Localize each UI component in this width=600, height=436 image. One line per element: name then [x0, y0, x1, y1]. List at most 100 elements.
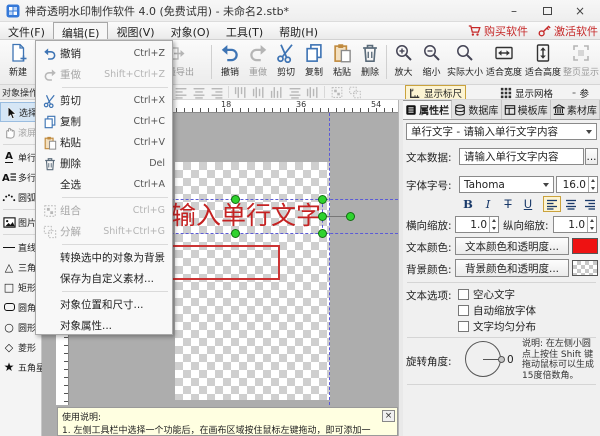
- menu-item-copy[interactable]: 复制Ctrl+C: [36, 111, 172, 132]
- tool-diamond[interactable]: ◇菱形: [0, 337, 41, 357]
- menu-item-paste[interactable]: 粘贴Ctrl+V: [36, 132, 172, 153]
- cut-button[interactable]: 剪切: [272, 43, 300, 83]
- italic-button[interactable]: I: [479, 196, 497, 212]
- menu-item-shortcut: Ctrl+G: [133, 205, 165, 216]
- selection-handle[interactable]: [231, 195, 240, 204]
- selection-handle[interactable]: [231, 229, 240, 238]
- menubar: 文件(F) 编辑(E) 视图(V) 对象(O) 工具(T) 帮助(H) 购买软件…: [0, 22, 600, 40]
- stepper-arrows-icon[interactable]: [489, 217, 498, 232]
- menu-item-label: 撤销: [60, 46, 134, 61]
- maximize-button[interactable]: [533, 2, 561, 20]
- menu-view[interactable]: 视图(V): [108, 22, 162, 39]
- underline-button[interactable]: U: [519, 196, 537, 212]
- text-data-input[interactable]: 请输入单行文字内容: [459, 148, 584, 165]
- menu-tools[interactable]: 工具(T): [218, 22, 271, 39]
- align-middle-icon[interactable]: [253, 86, 266, 100]
- stepper-arrows-icon[interactable]: [587, 217, 596, 232]
- paste-button[interactable]: 粘贴: [328, 43, 356, 83]
- align-top-icon[interactable]: [235, 86, 248, 100]
- auto-scale-font-checkbox[interactable]: 自动缩放字体: [458, 303, 536, 318]
- selection-handle[interactable]: [318, 212, 327, 221]
- activate-software-link[interactable]: 激活软件: [538, 23, 598, 39]
- zoom-in-button[interactable]: 放大: [390, 43, 417, 83]
- document-page[interactable]: [175, 162, 330, 400]
- hollow-text-checkbox[interactable]: 空心文字: [458, 287, 515, 302]
- new-button[interactable]: 新建: [3, 43, 33, 83]
- align-bottom-icon[interactable]: [271, 86, 284, 100]
- buy-software-link[interactable]: 购买软件: [468, 23, 528, 39]
- rotation-dial[interactable]: [465, 341, 501, 377]
- undo-icon: [220, 43, 240, 63]
- menu-item-object-position-size[interactable]: 对象位置和尺寸...: [36, 294, 172, 315]
- group-icon[interactable]: [330, 86, 344, 99]
- bg-color-swatch[interactable]: [572, 260, 598, 276]
- selection-handle[interactable]: [318, 229, 327, 238]
- even-distribution-checkbox[interactable]: 文字均匀分布: [458, 319, 536, 334]
- menu-file[interactable]: 文件(F): [0, 22, 53, 39]
- tab-properties[interactable]: 属性栏: [403, 100, 452, 119]
- bold-button[interactable]: B: [459, 196, 477, 212]
- font-family-dropdown[interactable]: Tahoma: [459, 176, 554, 193]
- text-color-swatch[interactable]: [572, 238, 598, 254]
- text-data-more-button[interactable]: ...: [585, 148, 598, 165]
- show-guides-toggle[interactable]: 显示参考线: [569, 85, 600, 100]
- menu-item-delete[interactable]: 删除Del: [36, 153, 172, 174]
- menu-item-cut[interactable]: 剪切Ctrl+X: [36, 90, 172, 111]
- grid-icon: [500, 87, 512, 99]
- menu-item-select-all[interactable]: 全选Ctrl+A: [36, 174, 172, 195]
- redo-button[interactable]: 重做: [244, 43, 272, 83]
- font-size-stepper[interactable]: 16.0: [556, 176, 598, 193]
- show-ruler-toggle[interactable]: 显示标尺: [405, 85, 466, 100]
- menu-edit[interactable]: 编辑(E): [53, 22, 109, 39]
- full-page-button[interactable]: 整页显示: [562, 43, 600, 83]
- redo-icon: [39, 68, 60, 82]
- checkbox-icon: [458, 305, 469, 316]
- align-right-icon[interactable]: [210, 86, 224, 99]
- minimize-button[interactable]: –: [500, 2, 528, 20]
- zoom-out-button[interactable]: 缩小: [418, 43, 445, 83]
- menu-item-label: 对象属性...: [60, 318, 165, 333]
- actual-size-button[interactable]: 实际大小: [446, 43, 484, 83]
- selection-handle[interactable]: [318, 195, 327, 204]
- rectangle-object[interactable]: [159, 245, 280, 280]
- menu-item-save-as-custom-material[interactable]: 保存为自定义素材...: [36, 268, 172, 289]
- show-grid-toggle[interactable]: 显示网格: [497, 85, 556, 100]
- distribute-vertical-icon[interactable]: [307, 86, 320, 100]
- menu-item-redo[interactable]: 重做Shift+Ctrl+Z: [36, 64, 172, 85]
- zoom-in-icon: [394, 43, 414, 63]
- fit-height-button[interactable]: 适合高度: [524, 43, 562, 83]
- delete-button[interactable]: 删除: [356, 43, 384, 83]
- fit-width-button[interactable]: 适合宽度: [485, 43, 523, 83]
- menu-object[interactable]: 对象(O): [163, 22, 218, 39]
- menu-item-convert-to-background[interactable]: 转换选中的对象为背景: [36, 247, 172, 268]
- tab-templates[interactable]: 模板库: [502, 100, 551, 119]
- usage-note-close-button[interactable]: ×: [382, 410, 395, 422]
- align-center-button[interactable]: [562, 196, 580, 212]
- stepper-arrows-icon[interactable]: [588, 177, 597, 192]
- close-button[interactable]: ×: [566, 2, 594, 20]
- ungroup-icon[interactable]: [348, 86, 362, 99]
- v-scale-stepper[interactable]: 1.0: [553, 216, 597, 233]
- align-center-icon[interactable]: [192, 86, 206, 99]
- dial-knob-icon[interactable]: [498, 356, 505, 363]
- distribute-horizontal-icon[interactable]: [288, 86, 302, 99]
- align-left-icon[interactable]: [174, 86, 188, 99]
- tab-database[interactable]: 数据库: [452, 100, 501, 119]
- text-color-button[interactable]: 文本颜色和透明度...: [455, 237, 569, 255]
- menu-item-undo[interactable]: 撤销Ctrl+Z: [36, 43, 172, 64]
- rotation-handle[interactable]: [346, 212, 355, 221]
- align-left-button[interactable]: [543, 196, 561, 212]
- menu-item-ungroup[interactable]: 分解Shift+Ctrl+G: [36, 221, 172, 242]
- menu-item-object-properties[interactable]: 对象属性...: [36, 315, 172, 336]
- menu-item-group[interactable]: 组合Ctrl+G: [36, 200, 172, 221]
- menu-help[interactable]: 帮助(H): [271, 22, 326, 39]
- undo-button[interactable]: 撤销: [216, 43, 244, 83]
- h-scale-stepper[interactable]: 1.0: [455, 216, 499, 233]
- strikethrough-button[interactable]: T: [499, 196, 517, 212]
- bg-color-button[interactable]: 背景颜色和透明度...: [455, 259, 569, 277]
- align-right-button[interactable]: [581, 196, 599, 212]
- copy-button[interactable]: 复制: [300, 43, 328, 83]
- object-selector-dropdown[interactable]: 单行文字 - 请输入单行文字内容: [406, 123, 597, 140]
- tool-star[interactable]: ★五角星: [0, 357, 41, 377]
- tab-materials[interactable]: 素材库: [551, 100, 600, 119]
